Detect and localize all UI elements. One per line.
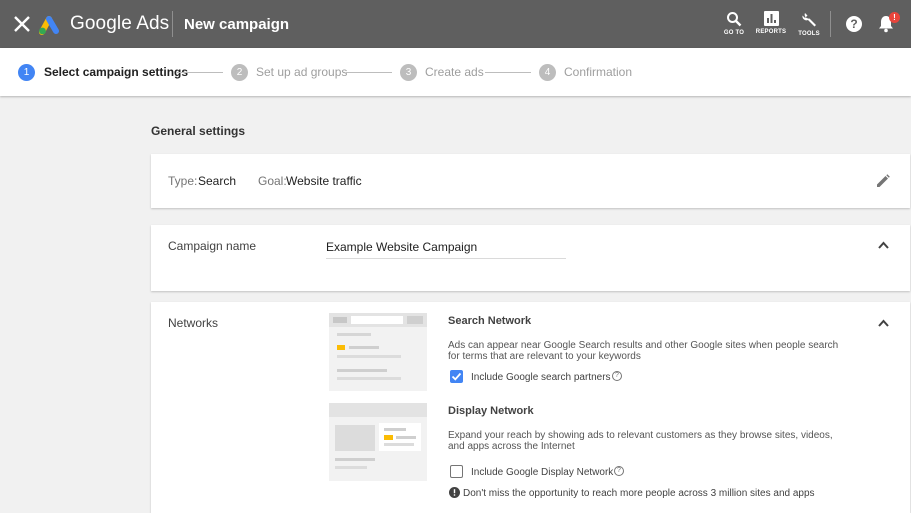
top-app-bar: Google Ads New campaign GO TO REPORTS TO… (0, 0, 911, 48)
step-connector (346, 72, 392, 73)
brand-name: Google Ads (70, 13, 170, 34)
search-icon (727, 12, 742, 27)
search-partners-checkbox[interactable] (450, 370, 463, 383)
progress-stepper: 1 Select campaign settings 2 Set up ad g… (0, 48, 911, 96)
search-network-description: Ads can appear near Google Search result… (448, 340, 839, 362)
step-2-label[interactable]: Set up ad groups (256, 65, 347, 79)
google-ads-logo-icon (39, 16, 59, 35)
type-value: Search (198, 174, 237, 188)
header-divider (830, 11, 831, 37)
wrench-icon (801, 13, 816, 27)
type-goal-card[interactable]: Type: Search Goal: Website traffic (151, 154, 910, 208)
campaign-name-value: Example Website Campaign (326, 240, 478, 254)
step-2-number: 2 (231, 64, 248, 81)
goal-value: Website traffic (286, 174, 362, 188)
reports-icon (763, 11, 779, 26)
reports-label: REPORTS (755, 29, 787, 35)
step-1-label[interactable]: Select campaign settings (44, 65, 188, 79)
help-icon[interactable]: ? (846, 16, 862, 32)
search-network-title: Search Network (448, 315, 532, 327)
step-4-label[interactable]: Confirmation (564, 65, 632, 79)
display-network-checkbox[interactable] (450, 465, 463, 478)
step-connector (485, 72, 531, 73)
help-question-icon[interactable]: ? (614, 466, 624, 476)
type-label: Type: (168, 174, 198, 188)
page-title: New campaign (184, 16, 290, 33)
step-3-label[interactable]: Create ads (425, 65, 484, 79)
display-network-illustration-icon (329, 403, 427, 481)
step-3-number: 3 (400, 64, 417, 81)
goto-label: GO TO (723, 30, 745, 36)
edit-pencil-icon[interactable] (876, 174, 890, 188)
tools-label: TOOLS (798, 31, 820, 37)
warning-info-icon (449, 487, 460, 498)
goto-button[interactable]: GO TO (714, 11, 754, 36)
chevron-up-icon[interactable] (878, 241, 889, 249)
step-4-number: 4 (539, 64, 556, 81)
section-title: General settings (151, 124, 246, 138)
networks-card: Networks Search Network Ads can appear n… (151, 302, 910, 513)
header-divider (172, 11, 173, 37)
campaign-name-input[interactable]: Example Website Campaign (326, 239, 566, 259)
search-results-illustration-icon (329, 313, 427, 391)
campaign-name-card: Campaign name Example Website Campaign (151, 225, 910, 291)
chevron-up-icon[interactable] (878, 319, 889, 327)
step-1-number: 1 (18, 64, 35, 81)
campaign-name-label: Campaign name (168, 239, 257, 253)
step-connector (177, 72, 223, 73)
goal-label: Goal: (258, 174, 287, 188)
notification-badge: ! (889, 12, 900, 23)
tools-button[interactable]: TOOLS (789, 11, 829, 37)
display-network-description: Expand your reach by showing ads to rele… (448, 430, 833, 452)
checkmark-icon (451, 372, 462, 381)
display-network-warning: Don't miss the opportunity to reach more… (463, 488, 815, 499)
display-network-label[interactable]: Include Google Display Network (471, 467, 613, 478)
networks-label: Networks (168, 316, 219, 330)
help-question-icon[interactable]: ? (612, 371, 622, 381)
close-icon[interactable] (12, 14, 32, 34)
search-partners-label[interactable]: Include Google search partners (471, 372, 611, 383)
display-network-title: Display Network (448, 405, 534, 417)
reports-button[interactable]: REPORTS (751, 11, 791, 35)
